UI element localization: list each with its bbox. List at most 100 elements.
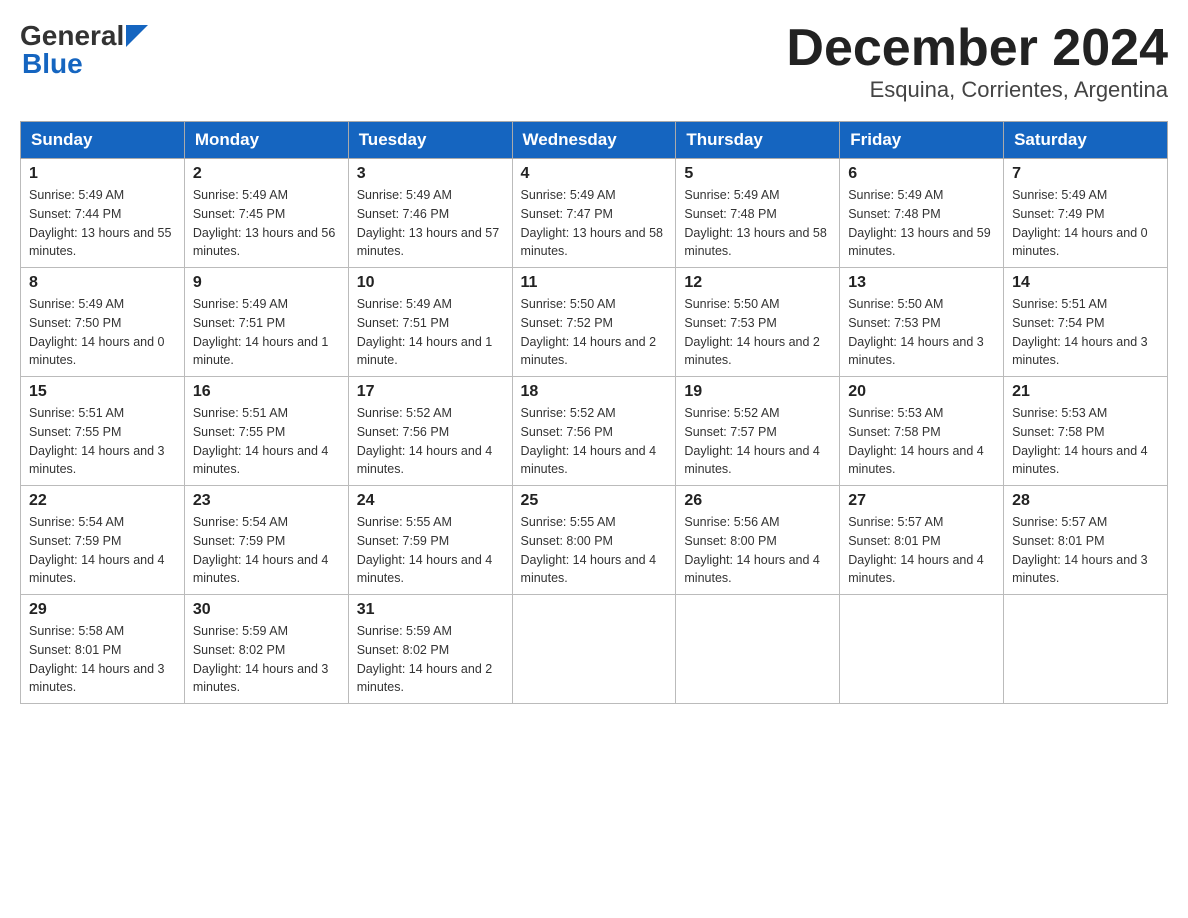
calendar-cell: 2 Sunrise: 5:49 AM Sunset: 7:45 PM Dayli… [184,159,348,268]
week-row-3: 15 Sunrise: 5:51 AM Sunset: 7:55 PM Dayl… [21,377,1168,486]
col-thursday: Thursday [676,122,840,159]
col-saturday: Saturday [1004,122,1168,159]
day-number: 4 [521,165,668,183]
week-row-2: 8 Sunrise: 5:49 AM Sunset: 7:50 PM Dayli… [21,268,1168,377]
day-number: 5 [684,165,831,183]
page-title: December 2024 [786,20,1168,77]
day-info: Sunrise: 5:49 AM Sunset: 7:46 PM Dayligh… [357,186,504,261]
calendar-cell: 24 Sunrise: 5:55 AM Sunset: 7:59 PM Dayl… [348,486,512,595]
day-info: Sunrise: 5:54 AM Sunset: 7:59 PM Dayligh… [29,513,176,588]
day-number: 14 [1012,274,1159,292]
day-info: Sunrise: 5:58 AM Sunset: 8:01 PM Dayligh… [29,622,176,697]
day-info: Sunrise: 5:50 AM Sunset: 7:53 PM Dayligh… [848,295,995,370]
day-info: Sunrise: 5:51 AM Sunset: 7:54 PM Dayligh… [1012,295,1159,370]
day-number: 10 [357,274,504,292]
calendar-cell: 11 Sunrise: 5:50 AM Sunset: 7:52 PM Dayl… [512,268,676,377]
day-info: Sunrise: 5:49 AM Sunset: 7:44 PM Dayligh… [29,186,176,261]
week-row-5: 29 Sunrise: 5:58 AM Sunset: 8:01 PM Dayl… [21,595,1168,704]
col-monday: Monday [184,122,348,159]
day-info: Sunrise: 5:50 AM Sunset: 7:53 PM Dayligh… [684,295,831,370]
calendar-cell: 7 Sunrise: 5:49 AM Sunset: 7:49 PM Dayli… [1004,159,1168,268]
calendar-cell: 27 Sunrise: 5:57 AM Sunset: 8:01 PM Dayl… [840,486,1004,595]
day-info: Sunrise: 5:57 AM Sunset: 8:01 PM Dayligh… [1012,513,1159,588]
day-number: 12 [684,274,831,292]
day-number: 13 [848,274,995,292]
calendar-cell: 13 Sunrise: 5:50 AM Sunset: 7:53 PM Dayl… [840,268,1004,377]
day-number: 18 [521,383,668,401]
calendar-cell: 14 Sunrise: 5:51 AM Sunset: 7:54 PM Dayl… [1004,268,1168,377]
day-info: Sunrise: 5:52 AM Sunset: 7:57 PM Dayligh… [684,404,831,479]
day-number: 1 [29,165,176,183]
day-number: 24 [357,492,504,510]
calendar-cell: 23 Sunrise: 5:54 AM Sunset: 7:59 PM Dayl… [184,486,348,595]
day-info: Sunrise: 5:53 AM Sunset: 7:58 PM Dayligh… [848,404,995,479]
day-number: 23 [193,492,340,510]
calendar-cell: 4 Sunrise: 5:49 AM Sunset: 7:47 PM Dayli… [512,159,676,268]
day-number: 17 [357,383,504,401]
day-info: Sunrise: 5:49 AM Sunset: 7:45 PM Dayligh… [193,186,340,261]
day-info: Sunrise: 5:55 AM Sunset: 7:59 PM Dayligh… [357,513,504,588]
day-number: 2 [193,165,340,183]
calendar-table: Sunday Monday Tuesday Wednesday Thursday… [20,121,1168,704]
calendar-cell [676,595,840,704]
day-info: Sunrise: 5:49 AM Sunset: 7:51 PM Dayligh… [357,295,504,370]
logo: General Blue [20,20,148,80]
page-subtitle: Esquina, Corrientes, Argentina [786,77,1168,103]
day-info: Sunrise: 5:50 AM Sunset: 7:52 PM Dayligh… [521,295,668,370]
day-number: 3 [357,165,504,183]
day-info: Sunrise: 5:56 AM Sunset: 8:00 PM Dayligh… [684,513,831,588]
calendar-cell: 6 Sunrise: 5:49 AM Sunset: 7:48 PM Dayli… [840,159,1004,268]
calendar-cell: 22 Sunrise: 5:54 AM Sunset: 7:59 PM Dayl… [21,486,185,595]
week-row-4: 22 Sunrise: 5:54 AM Sunset: 7:59 PM Dayl… [21,486,1168,595]
day-info: Sunrise: 5:55 AM Sunset: 8:00 PM Dayligh… [521,513,668,588]
calendar-cell: 16 Sunrise: 5:51 AM Sunset: 7:55 PM Dayl… [184,377,348,486]
calendar-cell: 26 Sunrise: 5:56 AM Sunset: 8:00 PM Dayl… [676,486,840,595]
day-info: Sunrise: 5:49 AM Sunset: 7:49 PM Dayligh… [1012,186,1159,261]
day-info: Sunrise: 5:49 AM Sunset: 7:51 PM Dayligh… [193,295,340,370]
day-number: 31 [357,601,504,619]
day-number: 6 [848,165,995,183]
title-block: December 2024 Esquina, Corrientes, Argen… [786,20,1168,103]
day-number: 30 [193,601,340,619]
day-info: Sunrise: 5:52 AM Sunset: 7:56 PM Dayligh… [357,404,504,479]
day-info: Sunrise: 5:49 AM Sunset: 7:48 PM Dayligh… [848,186,995,261]
day-info: Sunrise: 5:49 AM Sunset: 7:47 PM Dayligh… [521,186,668,261]
calendar-cell: 28 Sunrise: 5:57 AM Sunset: 8:01 PM Dayl… [1004,486,1168,595]
calendar-cell: 31 Sunrise: 5:59 AM Sunset: 8:02 PM Dayl… [348,595,512,704]
calendar-cell: 15 Sunrise: 5:51 AM Sunset: 7:55 PM Dayl… [21,377,185,486]
day-number: 26 [684,492,831,510]
col-sunday: Sunday [21,122,185,159]
day-number: 7 [1012,165,1159,183]
day-number: 29 [29,601,176,619]
day-info: Sunrise: 5:53 AM Sunset: 7:58 PM Dayligh… [1012,404,1159,479]
calendar-cell: 18 Sunrise: 5:52 AM Sunset: 7:56 PM Dayl… [512,377,676,486]
col-tuesday: Tuesday [348,122,512,159]
day-info: Sunrise: 5:49 AM Sunset: 7:48 PM Dayligh… [684,186,831,261]
calendar-cell: 9 Sunrise: 5:49 AM Sunset: 7:51 PM Dayli… [184,268,348,377]
calendar-cell: 30 Sunrise: 5:59 AM Sunset: 8:02 PM Dayl… [184,595,348,704]
day-number: 25 [521,492,668,510]
day-info: Sunrise: 5:59 AM Sunset: 8:02 PM Dayligh… [357,622,504,697]
day-info: Sunrise: 5:51 AM Sunset: 7:55 PM Dayligh… [29,404,176,479]
day-number: 21 [1012,383,1159,401]
day-info: Sunrise: 5:51 AM Sunset: 7:55 PM Dayligh… [193,404,340,479]
page-header: General Blue December 2024 Esquina, Corr… [20,20,1168,103]
calendar-cell: 1 Sunrise: 5:49 AM Sunset: 7:44 PM Dayli… [21,159,185,268]
calendar-cell: 29 Sunrise: 5:58 AM Sunset: 8:01 PM Dayl… [21,595,185,704]
day-number: 27 [848,492,995,510]
calendar-cell: 12 Sunrise: 5:50 AM Sunset: 7:53 PM Dayl… [676,268,840,377]
day-number: 22 [29,492,176,510]
day-number: 15 [29,383,176,401]
col-wednesday: Wednesday [512,122,676,159]
day-number: 28 [1012,492,1159,510]
day-number: 16 [193,383,340,401]
calendar-cell: 8 Sunrise: 5:49 AM Sunset: 7:50 PM Dayli… [21,268,185,377]
calendar-cell [1004,595,1168,704]
calendar-cell [840,595,1004,704]
calendar-cell: 19 Sunrise: 5:52 AM Sunset: 7:57 PM Dayl… [676,377,840,486]
day-number: 19 [684,383,831,401]
week-row-1: 1 Sunrise: 5:49 AM Sunset: 7:44 PM Dayli… [21,159,1168,268]
calendar-header-row: Sunday Monday Tuesday Wednesday Thursday… [21,122,1168,159]
calendar-cell: 21 Sunrise: 5:53 AM Sunset: 7:58 PM Dayl… [1004,377,1168,486]
calendar-cell: 20 Sunrise: 5:53 AM Sunset: 7:58 PM Dayl… [840,377,1004,486]
